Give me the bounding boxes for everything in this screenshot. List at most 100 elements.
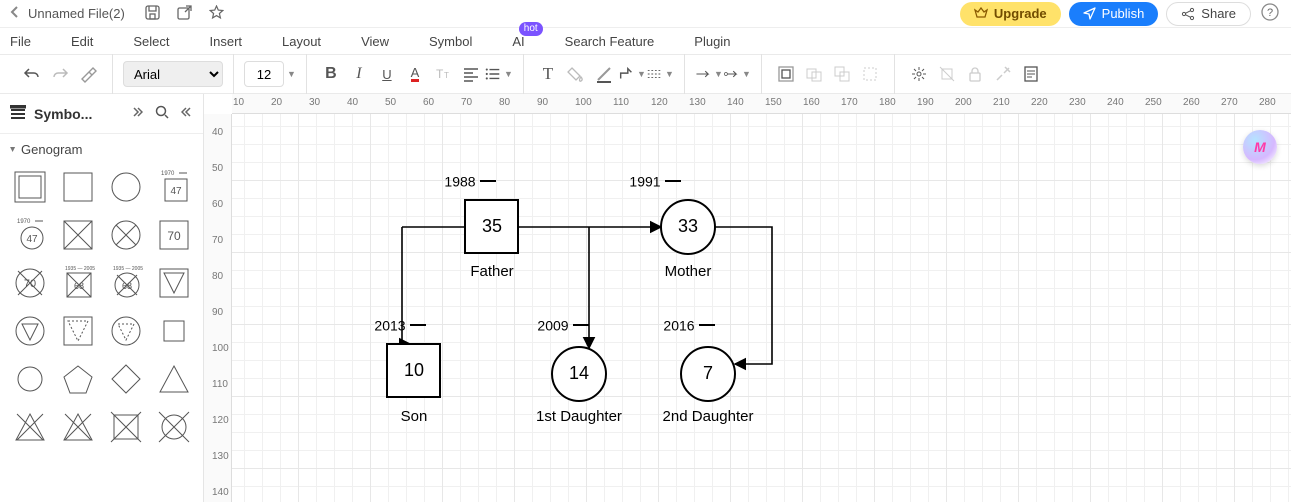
line-style-icon[interactable]: ▼ bbox=[646, 60, 674, 88]
menu-file[interactable]: File bbox=[10, 34, 31, 49]
menu-search[interactable]: Search Feature bbox=[565, 34, 655, 49]
svg-text:2009: 2009 bbox=[537, 318, 568, 334]
align-icon[interactable] bbox=[457, 60, 485, 88]
library-icon[interactable] bbox=[10, 105, 26, 122]
symbol-square-x[interactable] bbox=[56, 213, 100, 257]
fill-icon[interactable] bbox=[562, 60, 590, 88]
node-daughter-2[interactable]: 2016 7 2nd Daughter bbox=[663, 318, 754, 425]
symbol-circle[interactable] bbox=[104, 165, 148, 209]
symbol-circle-x[interactable] bbox=[104, 213, 148, 257]
text-tool-icon[interactable]: T bbox=[534, 60, 562, 88]
svg-text:70: 70 bbox=[167, 229, 181, 243]
symbol-dashed-triangle[interactable] bbox=[56, 309, 100, 353]
italic-icon[interactable]: I bbox=[345, 60, 373, 88]
page-icon[interactable] bbox=[1017, 60, 1045, 88]
format-painter-icon[interactable] bbox=[74, 60, 102, 88]
symbol-double-square[interactable] bbox=[8, 165, 52, 209]
chevron-down-icon[interactable]: ▼ bbox=[287, 69, 296, 79]
svg-text:7: 7 bbox=[703, 363, 713, 383]
symbol-square-70[interactable]: 70 bbox=[152, 213, 196, 257]
ruler-vertical: 405060708090100110120130140 bbox=[204, 114, 232, 502]
svg-text:Son: Son bbox=[401, 408, 428, 425]
export-icon[interactable] bbox=[175, 5, 195, 23]
symbol-circle-x2[interactable] bbox=[152, 405, 196, 449]
menu-layout[interactable]: Layout bbox=[282, 34, 321, 49]
svg-text:1970: 1970 bbox=[161, 171, 175, 177]
symbol-triangle-x2[interactable] bbox=[56, 405, 100, 449]
expand-icon[interactable] bbox=[131, 105, 143, 122]
svg-text:T: T bbox=[444, 71, 449, 80]
list-icon[interactable]: ▼ bbox=[485, 60, 513, 88]
symbol-square-68-x[interactable]: 1935 — 200568 bbox=[56, 261, 100, 305]
svg-text:?: ? bbox=[1267, 7, 1273, 19]
svg-text:T: T bbox=[436, 67, 444, 81]
effects-icon[interactable] bbox=[905, 60, 933, 88]
publish-button[interactable]: Publish bbox=[1069, 2, 1159, 26]
group1-icon[interactable] bbox=[772, 60, 800, 88]
symbols-panel-title: Symbo... bbox=[34, 106, 92, 122]
arrow-end-icon[interactable]: ▼ bbox=[723, 60, 751, 88]
font-size-input[interactable] bbox=[244, 61, 284, 87]
menu-edit[interactable]: Edit bbox=[71, 34, 93, 49]
line-color-icon[interactable] bbox=[590, 60, 618, 88]
svg-text:Father: Father bbox=[470, 263, 513, 280]
menu-select[interactable]: Select bbox=[133, 34, 169, 49]
menu-plugin[interactable]: Plugin bbox=[694, 34, 730, 49]
ruler-horizontal: 1020304050607080901001101201301401501601… bbox=[232, 94, 1291, 114]
font-select[interactable]: Arial bbox=[123, 61, 223, 87]
symbol-small-circle[interactable] bbox=[8, 357, 52, 401]
menu-insert[interactable]: Insert bbox=[210, 34, 243, 49]
star-icon[interactable] bbox=[207, 5, 227, 23]
group2-icon[interactable] bbox=[800, 60, 828, 88]
svg-text:2nd Daughter: 2nd Daughter bbox=[663, 408, 754, 425]
symbol-triangle-down[interactable] bbox=[152, 261, 196, 305]
symbol-circle-dashed-triangle[interactable] bbox=[104, 309, 148, 353]
collapse-icon[interactable] bbox=[181, 105, 193, 122]
symbols-panel: Symbo... Genogram 197047 197047 70 70 19… bbox=[0, 94, 204, 502]
svg-text:14: 14 bbox=[569, 363, 589, 383]
back-icon[interactable] bbox=[10, 6, 20, 21]
lock-icon[interactable] bbox=[961, 60, 989, 88]
symbol-triangle[interactable] bbox=[152, 357, 196, 401]
menu-view[interactable]: View bbox=[361, 34, 389, 49]
group4-icon[interactable] bbox=[856, 60, 884, 88]
arrow-start-icon[interactable]: ▼ bbox=[695, 60, 723, 88]
symbol-square-x2[interactable] bbox=[104, 405, 148, 449]
text-size-icon[interactable]: TT bbox=[429, 60, 457, 88]
search-icon[interactable] bbox=[155, 105, 169, 122]
redo-icon[interactable] bbox=[46, 60, 74, 88]
canvas[interactable]: 1988 35 Father 1991 33 Mother 2013 bbox=[232, 114, 1291, 502]
category-genogram[interactable]: Genogram bbox=[0, 134, 203, 165]
svg-text:1970: 1970 bbox=[17, 219, 31, 225]
symbol-pentagon[interactable] bbox=[56, 357, 100, 401]
tools-icon[interactable] bbox=[989, 60, 1017, 88]
undo-icon[interactable] bbox=[18, 60, 46, 88]
menu-symbol[interactable]: Symbol bbox=[429, 34, 472, 49]
font-color-icon[interactable]: A bbox=[401, 60, 429, 88]
share-button[interactable]: Share bbox=[1166, 2, 1251, 26]
svg-text:1st Daughter: 1st Daughter bbox=[536, 408, 622, 425]
node-daughter-1[interactable]: 2009 14 1st Daughter bbox=[536, 318, 622, 425]
node-son[interactable]: 2013 10 Son bbox=[374, 318, 440, 425]
ai-assistant-icon[interactable]: M bbox=[1243, 130, 1277, 164]
group3-icon[interactable] bbox=[828, 60, 856, 88]
crop-icon[interactable] bbox=[933, 60, 961, 88]
symbol-square-age[interactable]: 1970 47 bbox=[152, 165, 196, 209]
menu-ai[interactable]: AIhot bbox=[512, 34, 524, 49]
svg-text:47: 47 bbox=[170, 186, 182, 197]
svg-text:1935 — 2005: 1935 — 2005 bbox=[65, 266, 95, 272]
upgrade-button[interactable]: Upgrade bbox=[960, 2, 1061, 26]
symbol-circle-68-x[interactable]: 1935 — 200568 bbox=[104, 261, 148, 305]
underline-icon[interactable]: U bbox=[373, 60, 401, 88]
symbol-circle-age[interactable]: 197047 bbox=[8, 213, 52, 257]
symbol-diamond[interactable] bbox=[104, 357, 148, 401]
help-icon[interactable]: ? bbox=[1261, 3, 1281, 24]
symbol-square[interactable] bbox=[56, 165, 100, 209]
symbol-small-square[interactable] bbox=[152, 309, 196, 353]
connector-style-icon[interactable]: ▼ bbox=[618, 60, 646, 88]
symbol-circle-70-x[interactable]: 70 bbox=[8, 261, 52, 305]
symbol-triangle-x[interactable] bbox=[8, 405, 52, 449]
save-icon[interactable] bbox=[143, 5, 163, 23]
bold-icon[interactable]: B bbox=[317, 60, 345, 88]
symbol-circle-triangle[interactable] bbox=[8, 309, 52, 353]
